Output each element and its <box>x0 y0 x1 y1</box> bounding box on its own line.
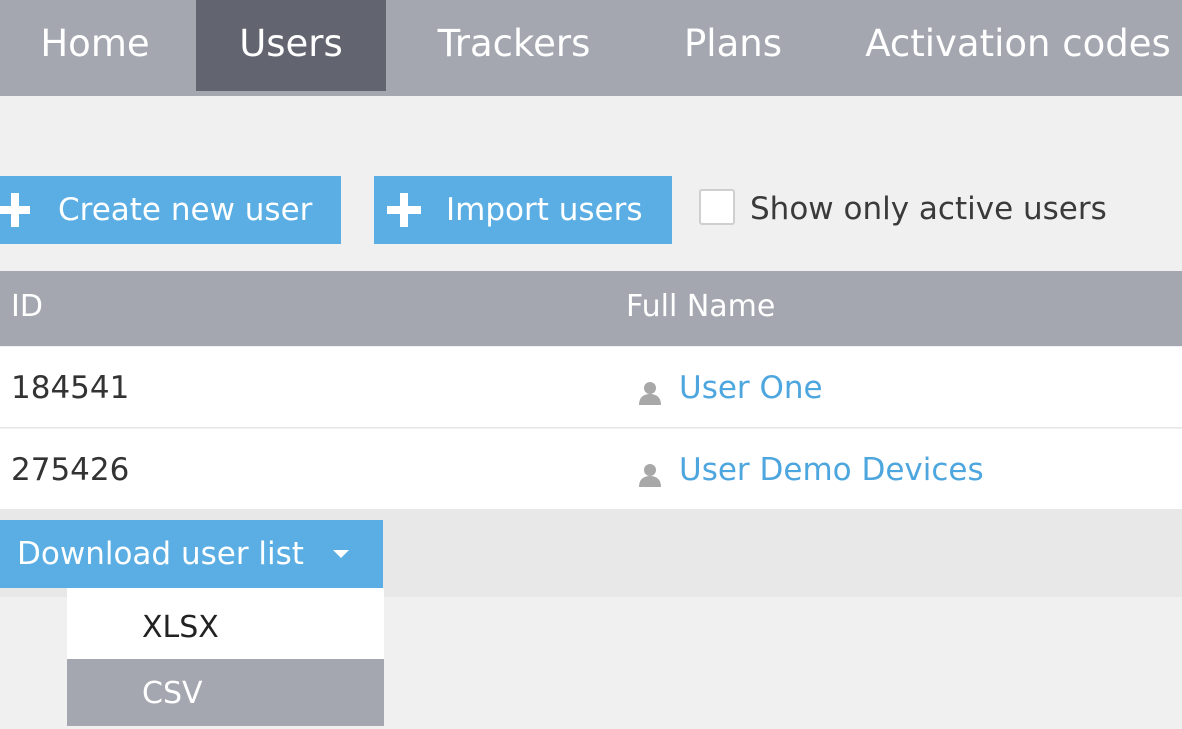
user-id: 275426 <box>11 452 130 488</box>
menu-item-csv[interactable]: CSV <box>67 659 384 726</box>
nav-trackers[interactable]: Trackers <box>416 0 612 91</box>
user-name-link[interactable]: User One <box>679 347 823 429</box>
download-user-list-label: Download user list <box>17 536 304 572</box>
column-header-full-name[interactable]: Full Name <box>626 271 775 343</box>
menu-item-label: CSV <box>142 676 203 711</box>
nav-home[interactable]: Home <box>0 0 190 91</box>
download-format-menu: XLSX CSV <box>67 588 384 726</box>
nav-plans[interactable]: Plans <box>664 0 802 91</box>
menu-item-label: XLSX <box>142 610 219 645</box>
active-users-checkbox[interactable] <box>699 189 735 225</box>
person-icon <box>637 377 663 405</box>
plus-icon <box>386 176 434 244</box>
create-user-button[interactable]: Create new user <box>0 176 341 244</box>
user-id: 184541 <box>11 370 130 406</box>
column-header-id[interactable]: ID <box>11 271 43 343</box>
person-icon <box>637 459 663 487</box>
table-row: 275426 User Demo Devices <box>0 429 1182 510</box>
plus-icon <box>0 176 48 244</box>
menu-item-xlsx[interactable]: XLSX <box>67 588 384 659</box>
import-users-label: Import users <box>446 192 643 228</box>
user-name-link[interactable]: User Demo Devices <box>679 429 984 511</box>
caret-down-icon <box>333 550 349 558</box>
active-users-label: Show only active users <box>750 191 1107 227</box>
table-row: 184541 User One <box>0 347 1182 428</box>
top-navigation: Home Users Trackers Plans Activation cod… <box>0 0 1182 96</box>
create-user-label: Create new user <box>58 192 313 228</box>
download-user-list-button[interactable]: Download user list <box>0 520 383 588</box>
nav-users[interactable]: Users <box>196 0 386 91</box>
nav-activation-codes[interactable]: Activation codes <box>854 0 1182 91</box>
import-users-button[interactable]: Import users <box>374 176 672 244</box>
table-header: ID Full Name <box>0 271 1182 346</box>
